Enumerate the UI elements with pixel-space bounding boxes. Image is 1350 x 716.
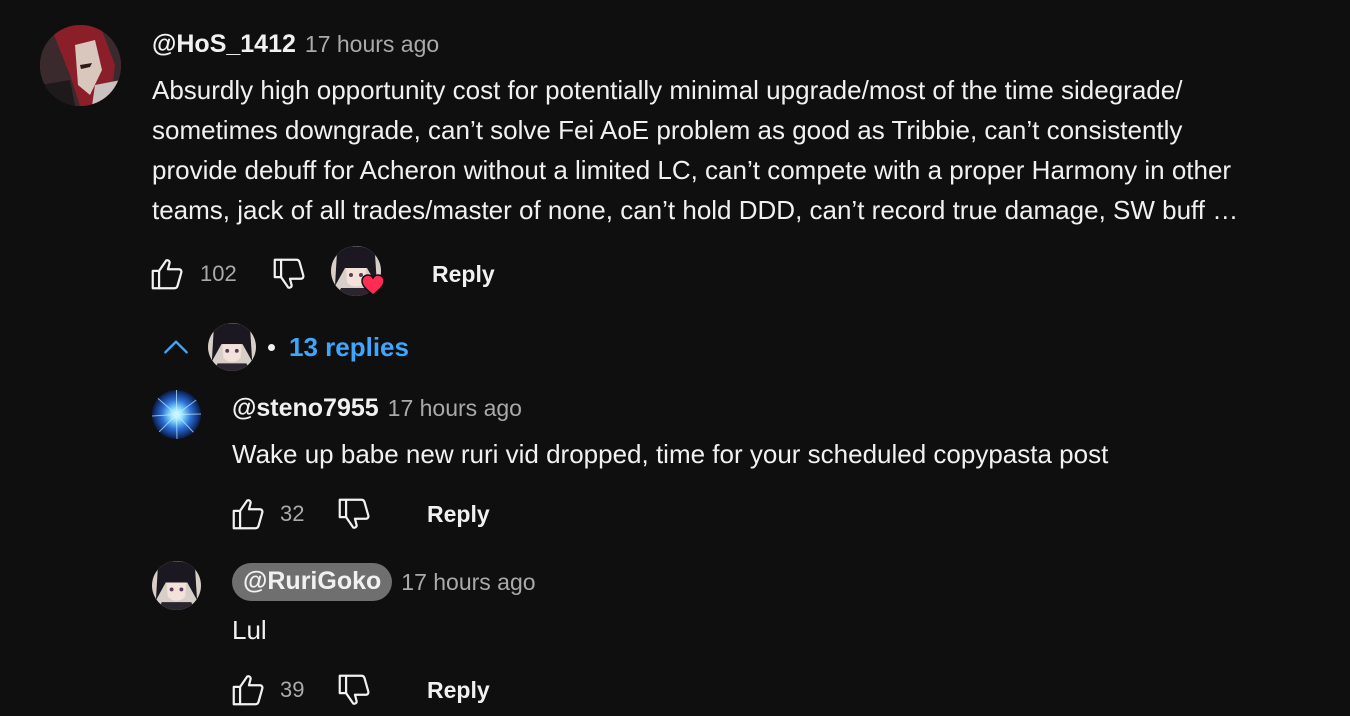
dislike-button[interactable] — [335, 494, 373, 534]
like-button[interactable] — [229, 494, 267, 534]
reply-button[interactable]: Reply — [427, 494, 490, 534]
reply-avatar[interactable] — [152, 390, 201, 439]
thumbs-down-icon — [338, 674, 370, 705]
reply-button[interactable]: Reply — [432, 254, 495, 294]
commenter-avatar[interactable] — [40, 25, 121, 106]
thumbs-up-icon — [232, 675, 264, 706]
like-count: 39 — [280, 677, 305, 702]
comment-thread: @HoS_1412 17 hours ago Absurdly high opp… — [0, 0, 1350, 716]
comment-line: provide debuff for Acheron without a lim… — [152, 155, 1232, 185]
reply-timestamp[interactable]: 17 hours ago — [401, 569, 535, 596]
chevron-up-icon — [164, 340, 188, 354]
creator-reply-avatar[interactable] — [152, 561, 201, 610]
replier-avatar — [208, 323, 256, 371]
reply-header: @steno7955 17 hours ago — [232, 392, 522, 424]
reply-actions: 32 Reply — [229, 494, 529, 534]
creator-heart-badge — [331, 246, 387, 302]
like-count: 32 — [280, 501, 305, 526]
reply-header: @RuriGoko 17 hours ago — [232, 562, 536, 602]
dislike-button[interactable] — [335, 670, 373, 710]
comment-line: teams, jack of all trades/master of none… — [152, 195, 1239, 225]
creator-author-badge[interactable]: @RuriGoko — [232, 563, 393, 601]
comment-line: Absurdly high opportunity cost for poten… — [152, 75, 1183, 105]
reply-body: Wake up babe new ruri vid dropped, time … — [232, 439, 1109, 469]
reply-body: Lul — [232, 615, 267, 645]
comment-actions: 102 Reply — [148, 246, 548, 296]
replies-toggle[interactable]: 13 replies — [160, 322, 409, 372]
reply-actions: 39 Reply — [229, 670, 529, 710]
separator-dot — [268, 343, 275, 351]
thumbs-up-icon — [151, 259, 183, 290]
comment-timestamp[interactable]: 17 hours ago — [305, 31, 439, 58]
like-count: 102 — [200, 261, 237, 286]
comment-header: @HoS_1412 17 hours ago — [152, 28, 439, 60]
thumbs-down-icon — [338, 498, 370, 529]
like-button[interactable] — [148, 254, 186, 294]
reply-button[interactable]: Reply — [427, 670, 490, 710]
dislike-button[interactable] — [270, 254, 308, 294]
comment-body: Absurdly high opportunity cost for poten… — [152, 70, 1332, 230]
comment-line: sometimes downgrade, can’t solve Fei AoE… — [152, 115, 1183, 145]
heart-icon — [361, 274, 385, 296]
comment-author[interactable]: @HoS_1412 — [152, 30, 296, 59]
like-button[interactable] — [229, 670, 267, 710]
reply-timestamp[interactable]: 17 hours ago — [388, 395, 522, 422]
thumbs-up-icon — [232, 499, 264, 530]
thumbs-down-icon — [273, 258, 305, 289]
replies-count-label[interactable]: 13 replies — [289, 332, 409, 363]
reply-author[interactable]: @steno7955 — [232, 394, 379, 423]
